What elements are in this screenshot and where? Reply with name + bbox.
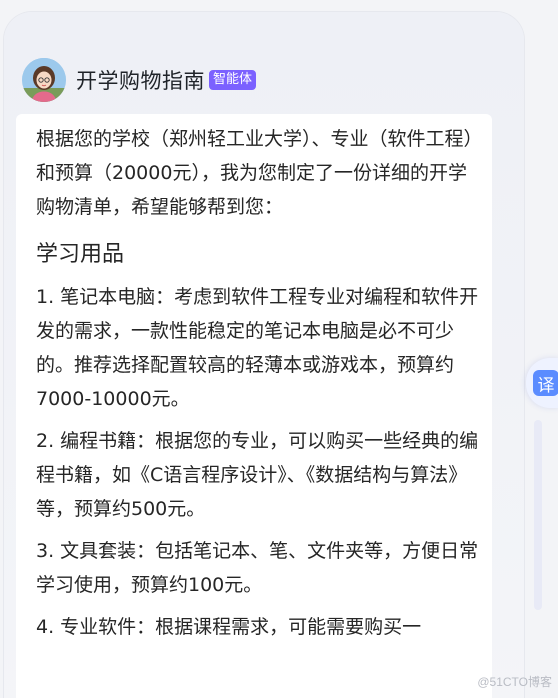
translate-button[interactable]: 译	[526, 358, 558, 408]
list-item: 1. 笔记本电脑：考虑到软件工程专业对编程和软件开发的需求，一款性能稳定的笔记本…	[36, 286, 479, 410]
agent-header: 开学购物指南 智能体	[22, 56, 257, 104]
section-title: 学习用品	[36, 242, 125, 267]
agent-name: 开学购物指南	[76, 69, 205, 93]
list-item: 2. 编程书籍：根据您的专业，可以购买一些经典的编程书籍，如《C语言程序设计》、…	[36, 430, 479, 520]
girl-avatar-icon[interactable]	[22, 58, 66, 102]
translate-icon: 译	[533, 370, 558, 396]
list-item: 4. 专业软件：根据课程需求，可能需要购买一	[36, 616, 422, 638]
list-item: 3. 文具套装：包括笔记本、笔、文件夹等，方便日常学习使用，预算约100元。	[36, 540, 479, 596]
message-bubble: 根据您的学校（郑州轻工业大学）、专业（软件工程）和预算（20000元），我为您制…	[16, 114, 492, 698]
watermark: @51CTO博客	[477, 675, 552, 689]
intro-text: 根据您的学校（郑州轻工业大学）、专业（软件工程）和预算（20000元），我为您制…	[36, 128, 474, 218]
scrollbar[interactable]	[534, 420, 542, 610]
agent-badge: 智能体	[209, 70, 257, 90]
page: 开学购物指南 智能体 根据您的学校（郑州轻工业大学）、专业（软件工程）和预算（2…	[0, 0, 558, 698]
